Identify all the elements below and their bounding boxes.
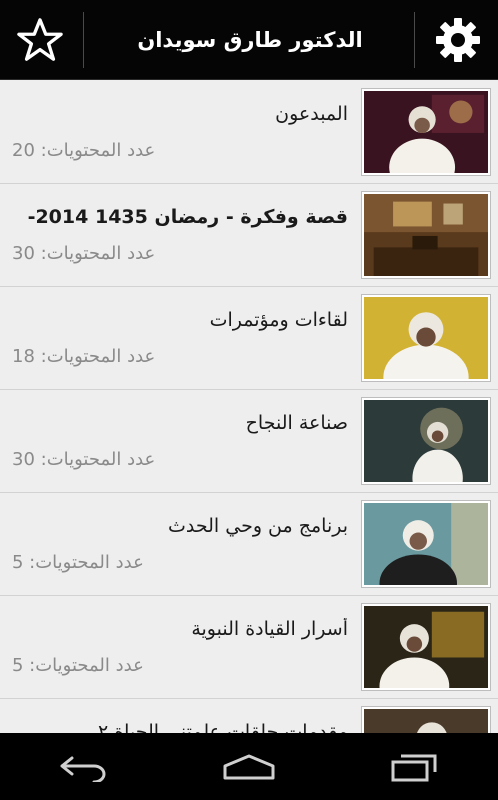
back-button[interactable] [43, 737, 123, 797]
content-count: عدد المحتويات: 30 [12, 449, 156, 470]
program-thumbnail [361, 603, 491, 691]
home-icon [223, 754, 275, 779]
list-item[interactable]: المبدعون عدد المحتويات: 20 [0, 81, 498, 184]
content-count: عدد المحتويات: 18 [12, 346, 156, 367]
program-list: المبدعون عدد المحتويات: 20 قصة وفكرة - ر… [0, 81, 498, 733]
list-item[interactable]: برنامج من وحي الحدث عدد المحتويات: 5 [0, 493, 498, 596]
action-bar-divider-right [414, 12, 415, 68]
list-item[interactable]: قصة وفكرة - رمضان 1435 2014- عدد المحتوي… [0, 184, 498, 287]
list-item[interactable]: صناعة النجاح عدد المحتويات: 30 [0, 390, 498, 493]
action-bar-divider-left [83, 12, 84, 68]
program-thumbnail [361, 706, 491, 733]
program-title: برنامج من وحي الحدث [168, 515, 348, 537]
content-count: عدد المحتويات: 5 [12, 552, 144, 573]
content-count: عدد المحتويات: 5 [12, 655, 144, 676]
gear-icon [436, 18, 480, 62]
list-item[interactable]: مقدمات حلقات علمتني الحياة ٢ [0, 699, 498, 733]
program-thumbnail [361, 88, 491, 176]
system-navigation-bar [0, 733, 498, 800]
content-count: عدد المحتويات: 20 [12, 140, 156, 161]
star-outline-icon [17, 18, 63, 61]
program-thumbnail [361, 294, 491, 382]
recent-apps-icon [391, 754, 437, 781]
program-title: صناعة النجاح [245, 412, 348, 434]
list-item[interactable]: لقاءات ومؤتمرات عدد المحتويات: 18 [0, 287, 498, 390]
favorites-button[interactable] [0, 0, 80, 80]
back-arrow-icon [60, 756, 106, 782]
program-thumbnail [361, 191, 491, 279]
program-title: المبدعون [275, 103, 348, 125]
program-thumbnail [361, 500, 491, 588]
program-thumbnail [361, 397, 491, 485]
action-bar: الدكتور طارق سويدان [0, 0, 498, 80]
program-title: لقاءات ومؤتمرات [209, 309, 348, 331]
recent-apps-button[interactable] [375, 737, 455, 797]
home-button[interactable] [209, 737, 289, 797]
program-title: أسرار القيادة النبوية [191, 618, 348, 640]
program-title: قصة وفكرة - رمضان 1435 2014- [27, 206, 348, 228]
page-title: الدكتور طارق سويدان [137, 28, 363, 52]
program-title: مقدمات حلقات علمتني الحياة ٢ [97, 721, 348, 733]
settings-button[interactable] [418, 0, 498, 80]
list-item[interactable]: أسرار القيادة النبوية عدد المحتويات: 5 [0, 596, 498, 699]
content-count: عدد المحتويات: 30 [12, 243, 156, 264]
